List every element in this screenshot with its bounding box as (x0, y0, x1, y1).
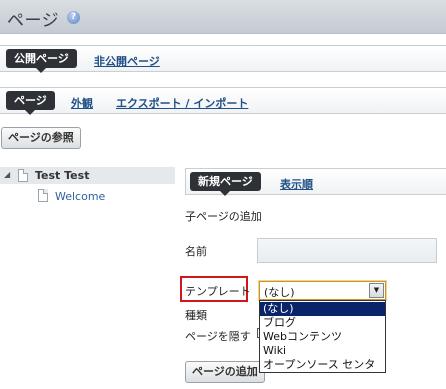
tab-private-pages[interactable]: 非公開ページ (94, 53, 160, 69)
visibility-tabs: 公開ページ 非公開ページ (0, 45, 446, 73)
name-input[interactable] (257, 238, 437, 263)
template-label: テンプレート (185, 285, 251, 298)
template-option[interactable]: Wiki (260, 344, 385, 358)
template-selected-value: (なし) (264, 286, 295, 299)
template-option[interactable]: (なし) (260, 302, 385, 316)
tree-root-label[interactable]: Test Test (35, 169, 89, 182)
template-option[interactable]: Webコンテンツ (260, 330, 385, 344)
name-label: 名前 (185, 245, 207, 258)
tab-export-import[interactable]: エクスポート / インポート (116, 95, 248, 111)
tab-appearance[interactable]: 外観 (71, 95, 93, 111)
page-icon (18, 169, 28, 182)
collapse-arrow-icon[interactable]: ◢ (4, 170, 10, 179)
browse-pages-button[interactable]: ページの参照 (1, 127, 81, 149)
template-option[interactable]: オープンソース センタ (260, 358, 385, 372)
panel-tabs: 新規ページ 表示順 (185, 168, 446, 196)
portlet-header: ページ ? (0, 0, 446, 34)
template-dropdown-list: (なし) ブログ Webコンテンツ Wiki オープンソース センタ (259, 300, 386, 373)
tab-public-pages[interactable]: 公開ページ (6, 49, 77, 73)
tree-item-welcome[interactable]: Welcome (55, 190, 105, 203)
hide-page-label: ページを隠す (185, 330, 251, 343)
page-icon (38, 189, 48, 202)
page-title: ページ (7, 11, 60, 31)
type-label: 種類 (185, 309, 207, 322)
template-select[interactable]: (なし) ▼ (259, 281, 386, 300)
template-option[interactable]: ブログ (260, 316, 385, 330)
tree-root-row[interactable]: ◢ Test Test (0, 167, 175, 184)
tab-pages[interactable]: ページ (6, 91, 55, 115)
tab-new-page[interactable]: 新規ページ (190, 172, 261, 196)
help-icon[interactable]: ? (67, 11, 80, 24)
tab-display-order[interactable]: 表示順 (280, 176, 313, 192)
chevron-down-icon[interactable]: ▼ (369, 283, 384, 298)
add-page-button[interactable]: ページの追加 (185, 361, 265, 383)
section-title: 子ページの追加 (185, 210, 262, 223)
section-tabs: ページ 外観 エクスポート / インポート (0, 87, 446, 115)
